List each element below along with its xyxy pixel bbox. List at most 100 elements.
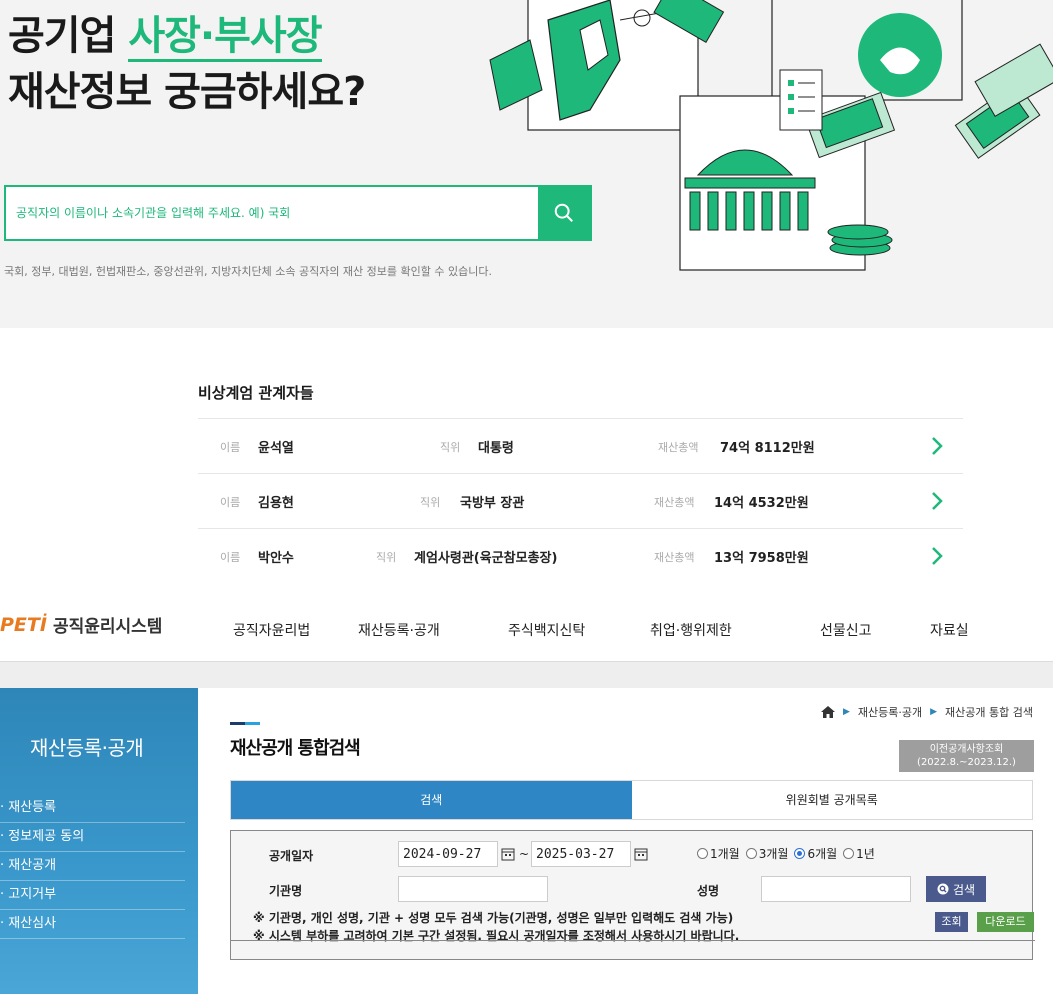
- chevron-right-icon[interactable]: [929, 490, 945, 512]
- sidebar-item-review[interactable]: · 재산심사: [0, 910, 185, 939]
- radio-dot: [697, 848, 708, 859]
- official-asset: 14억 4532만원: [714, 496, 809, 511]
- chevron-right-icon: ▶: [842, 707, 850, 717]
- tab-committee-list[interactable]: 위원회별 공개목록: [631, 781, 1032, 819]
- calendar-icon[interactable]: [634, 847, 648, 861]
- radio-3-months[interactable]: 3개월: [745, 845, 789, 862]
- radio-label: 6개월: [807, 847, 838, 861]
- asset-label: 재산총액: [654, 551, 695, 564]
- chevron-right-icon: ▶: [930, 707, 938, 717]
- radio-1-year[interactable]: 1년: [843, 845, 875, 862]
- date-to-input[interactable]: [531, 841, 631, 867]
- prev-button-line2: (2022.8.~2023.12.): [917, 757, 1016, 768]
- nav-item-asset-registration[interactable]: 재산등록·공개: [358, 620, 440, 640]
- asset-label: 재산총액: [658, 441, 699, 454]
- related-title: 비상계엄 관계자들: [198, 384, 314, 402]
- hero-title-pre: 공기업: [8, 13, 129, 59]
- home-icon[interactable]: [820, 706, 835, 718]
- position-label: 직위: [376, 551, 397, 564]
- view-button[interactable]: 조회: [935, 912, 968, 932]
- tab-bar: 검색 위원회별 공개목록: [230, 780, 1033, 820]
- name-label: 이름: [220, 441, 241, 454]
- nav-item-blind-trust[interactable]: 주식백지신탁: [508, 620, 585, 640]
- title-accent-bar: [230, 722, 260, 725]
- breadcrumb-item[interactable]: 재산등록·공개: [858, 704, 922, 720]
- radio-label: 1개월: [710, 847, 740, 861]
- name-label: 성명: [697, 884, 720, 898]
- official-asset: 74억 8112만원: [720, 441, 815, 456]
- radio-label: 3개월: [758, 847, 789, 861]
- position-label: 직위: [440, 441, 461, 454]
- sidebar-title: 재산등록·공개: [30, 736, 144, 760]
- calendar-icon[interactable]: [501, 847, 515, 861]
- radio-dot: [843, 848, 855, 859]
- sidebar-item-consent[interactable]: · 정보제공 동의: [0, 823, 185, 852]
- period-radio-group: 1개월 3개월 6개월 1년: [697, 845, 881, 862]
- search-icon: [937, 883, 949, 895]
- tab-search[interactable]: 검색: [231, 781, 632, 819]
- official-row[interactable]: 이름 박안수 직위 계엄사령관(육군참모총장) 재산총액 13억 7958만원: [198, 528, 963, 583]
- radio-dot: [745, 848, 757, 859]
- org-label: 기관명: [269, 884, 303, 898]
- logo-text: 공직윤리시스템: [52, 617, 163, 637]
- official-asset: 13억 7958만원: [714, 551, 809, 566]
- official-position: 대통령: [478, 441, 514, 456]
- radio-6-months[interactable]: 6개월: [794, 845, 837, 862]
- site-logo[interactable]: PETİ 공직윤리시스템: [0, 612, 163, 638]
- breadcrumb-item[interactable]: 재산공개 통합 검색: [945, 704, 1033, 720]
- sidebar-menu: · 재산등록 · 정보제공 동의 · 재산공개 · 고지거부 · 재산심사: [0, 794, 185, 939]
- radio-label: 1년: [856, 847, 875, 861]
- taegeuk-emblem-icon: [858, 13, 942, 97]
- name-label: 이름: [220, 551, 241, 564]
- download-button[interactable]: 다운로드: [977, 912, 1034, 932]
- position-label: 직위: [420, 496, 441, 509]
- name-input[interactable]: [761, 876, 911, 902]
- hero-title-line2: 재산정보 궁금하세요?: [8, 69, 366, 115]
- coin-stack-icon: [827, 224, 893, 256]
- chevron-right-icon[interactable]: [929, 435, 945, 457]
- sidebar-item-registration[interactable]: · 재산등록: [0, 794, 185, 823]
- chevron-right-icon[interactable]: [929, 545, 945, 567]
- official-position: 계엄사령관(육군참모총장): [414, 551, 558, 566]
- note-line: ※ 시스템 부하를 고려하여 기본 구간 설정됨. 필요시 공개일자를 조정해서…: [253, 929, 740, 943]
- date-label: 공개일자: [269, 849, 314, 863]
- sidebar-item-disclosure[interactable]: · 재산공개: [0, 852, 185, 881]
- top-navigation: PETİ 공직윤리시스템 공직자윤리법 재산등록·공개 주식백지신탁 취업·행위…: [0, 600, 1053, 662]
- hero-title: 공기업 사장·부사장 재산정보 궁금하세요?: [8, 8, 366, 120]
- hero-note: 국회, 정부, 대법원, 헌법재판소, 중앙선관위, 지방자치단체 소속 공직자…: [4, 265, 492, 278]
- date-separator: ~: [519, 847, 530, 861]
- section-divider: [0, 662, 1053, 688]
- nav-item-employment-limit[interactable]: 취업·행위제한: [650, 620, 732, 640]
- main-content: ▶ 재산등록·공개 ▶ 재산공개 통합 검색 재산공개 통합검색 이전공개사항조…: [198, 688, 1053, 994]
- prev-button-line1: 이전공개사항조회: [929, 744, 1004, 755]
- related-officials: 비상계엄 관계자들 이름 윤석열 직위 대통령 재산총액 74억 8112만원 …: [198, 378, 963, 583]
- previous-disclosure-button[interactable]: 이전공개사항조회 (2022.8.~2023.12.): [899, 740, 1034, 772]
- official-name: 박안수: [258, 551, 294, 566]
- org-input[interactable]: [398, 876, 548, 902]
- official-name: 김용현: [258, 496, 294, 511]
- name-label: 이름: [220, 496, 241, 509]
- radio-dot-selected: [794, 848, 806, 859]
- official-row[interactable]: 이름 윤석열 직위 대통령 재산총액 74억 8112만원: [198, 418, 963, 473]
- sidebar: 재산등록·공개 · 재산등록 · 정보제공 동의 · 재산공개 · 고지거부 ·…: [0, 688, 198, 994]
- official-position: 국방부 장관: [460, 496, 525, 511]
- official-name: 윤석열: [258, 441, 294, 456]
- hero-search-input[interactable]: [6, 187, 538, 239]
- document-icon: [779, 69, 823, 131]
- hero-illustration: [489, 0, 1053, 271]
- results-top-border: [230, 940, 1035, 941]
- nav-item-ethics-law[interactable]: 공직자윤리법: [233, 620, 310, 640]
- peti-logo-mark: PETİ: [0, 613, 47, 636]
- hero-title-accent: 사장·부사장: [128, 13, 323, 62]
- nav-item-resources[interactable]: 자료실: [930, 620, 969, 640]
- form-search-button[interactable]: 검색: [926, 876, 986, 902]
- official-row[interactable]: 이름 김용현 직위 국방부 장관 재산총액 14억 4532만원: [198, 473, 963, 528]
- radio-1-month[interactable]: 1개월: [697, 845, 740, 862]
- breadcrumb: ▶ 재산등록·공개 ▶ 재산공개 통합 검색: [820, 704, 1033, 720]
- nav-item-gift-report[interactable]: 선물신고: [820, 620, 872, 640]
- page-title: 재산공개 통합검색: [230, 738, 361, 759]
- sidebar-item-refusal[interactable]: · 고지거부: [0, 881, 185, 910]
- search-button-label: 검색: [952, 882, 976, 897]
- date-from-input[interactable]: [398, 841, 498, 867]
- hero-banner: 공기업 사장·부사장 재산정보 궁금하세요? 국회, 정부, 대법원, 헌법재판…: [0, 0, 1053, 328]
